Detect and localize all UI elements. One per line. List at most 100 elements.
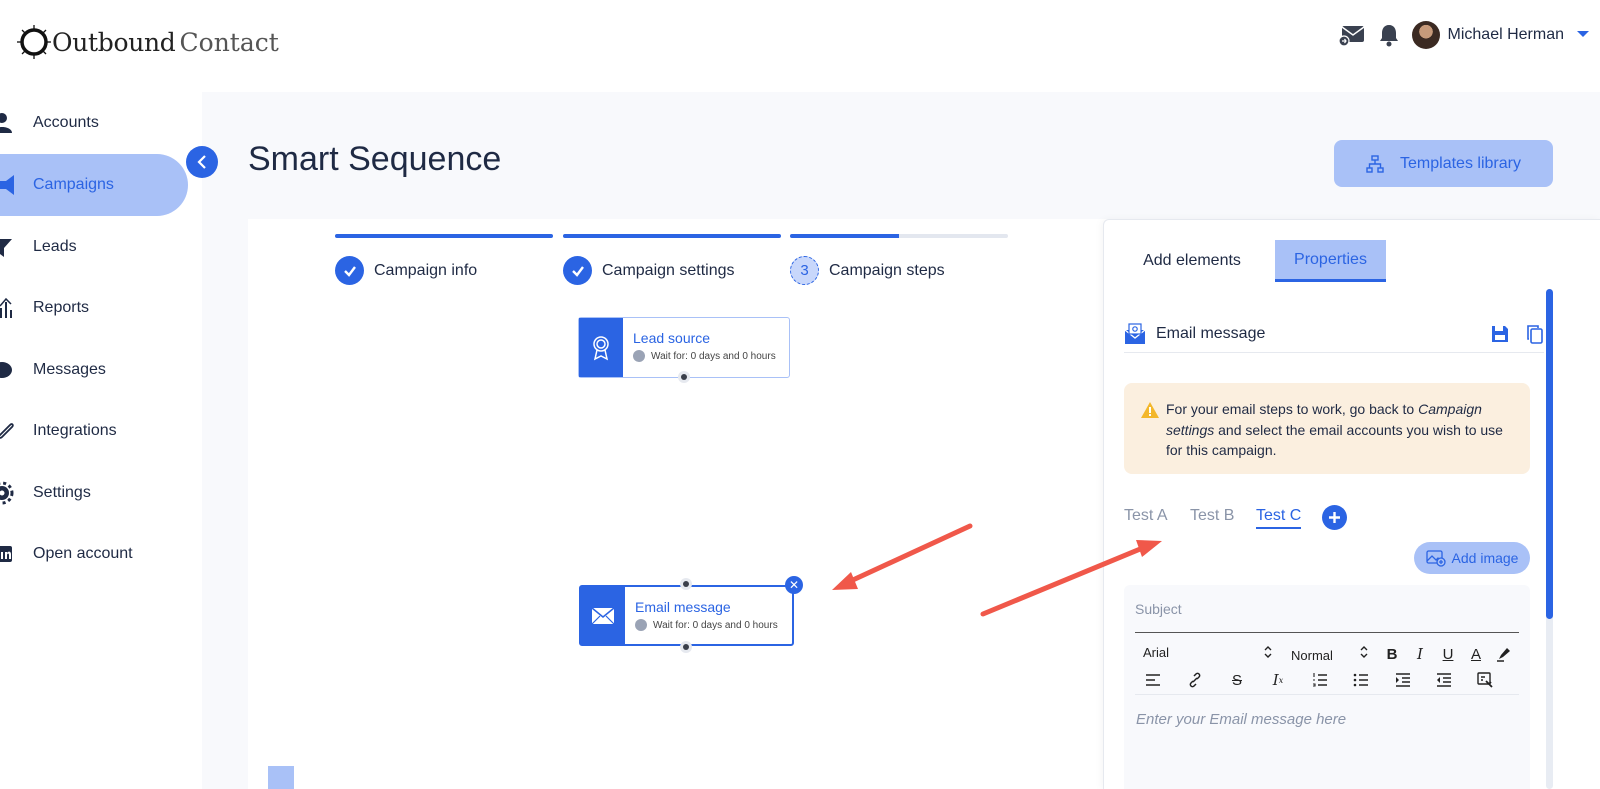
warning-text-pre: For your email steps to work, go back to [1166, 401, 1419, 417]
sidebar-item-label: Messages [33, 361, 106, 378]
highlight-icon[interactable] [1495, 645, 1513, 663]
bar-chart-icon [0, 296, 14, 320]
sequence-canvas[interactable] [248, 219, 1108, 789]
sidebar-item-leads[interactable]: Leads [0, 216, 188, 278]
warning-text-post: and select the email accounts you wish t… [1166, 421, 1503, 459]
templates-library-label: Templates library [1400, 154, 1521, 172]
node-connector-handle[interactable] [680, 641, 692, 653]
step-progress-bar [790, 234, 1008, 238]
step-label: Campaign steps [829, 261, 945, 279]
tab-add-elements[interactable]: Add elements [1130, 240, 1254, 282]
logo-text-outbound: Outbound [52, 27, 176, 57]
link-icon[interactable] [1186, 671, 1204, 689]
avatar[interactable] [1411, 21, 1440, 49]
node-lead-source[interactable]: Lead source Wait for: 0 days and 0 hours [578, 317, 790, 378]
node-email-message[interactable]: Email message Wait for: 0 days and 0 hou… [579, 585, 794, 646]
node-connector-handle[interactable] [680, 578, 692, 590]
chevron-left-icon [197, 155, 206, 169]
clock-icon [635, 619, 647, 631]
step-progress-fill [335, 234, 553, 238]
node-title: Lead source [633, 330, 711, 346]
check-icon [335, 256, 364, 285]
email-body-input[interactable]: Enter your Email message here [1136, 711, 1346, 728]
email-at-icon [1124, 323, 1146, 345]
subject-input[interactable]: Subject [1135, 601, 1519, 633]
collapse-sidebar-button[interactable] [186, 146, 218, 178]
step-label: Campaign info [374, 261, 478, 279]
email-editor: Subject Arial Normal B I U A S Ix Enter … [1124, 585, 1530, 789]
strikethrough-icon[interactable]: S [1228, 671, 1246, 689]
step-number-badge: 3 [790, 256, 819, 285]
sidebar-item-accounts[interactable]: Accounts [0, 92, 188, 154]
logo-text-contact: Contact [179, 27, 279, 57]
link-icon [0, 419, 14, 443]
sidebar-item-label: Leads [33, 238, 77, 255]
add-variant-button[interactable] [1322, 505, 1347, 530]
sidebar-item-label: Integrations [33, 422, 117, 439]
bullet-list-icon[interactable] [1352, 671, 1370, 689]
step-campaign-steps[interactable]: 3 Campaign steps [790, 234, 1008, 285]
mail-icon[interactable] [1337, 23, 1366, 47]
step-progress-bar [563, 234, 781, 238]
bold-icon[interactable]: B [1383, 645, 1401, 663]
font-select-arrows-icon[interactable] [1263, 645, 1273, 664]
node-wait-text: Wait for: 0 days and 0 hours [653, 619, 778, 631]
templates-library-button[interactable]: Templates library [1334, 140, 1553, 187]
caret-down-icon[interactable] [1576, 26, 1590, 44]
sidebar-item-open-account[interactable]: Open account [0, 523, 188, 585]
image-add-icon [1425, 549, 1446, 567]
sitemap-icon [1366, 154, 1384, 173]
scrollbar-thumb[interactable] [1546, 289, 1553, 619]
font-size-select[interactable]: Normal [1291, 648, 1333, 663]
size-select-arrows-icon[interactable] [1359, 645, 1369, 664]
warning-callout: For your email steps to work, go back to… [1124, 383, 1530, 474]
sidebar-item-settings[interactable]: Settings [0, 462, 188, 524]
node-wait-text: Wait for: 0 days and 0 hours [651, 350, 776, 362]
panel-scrollbar[interactable] [1546, 289, 1553, 789]
envelope-icon [581, 587, 625, 644]
editor-toolbar: Arial Normal B I U A S Ix [1135, 639, 1519, 695]
tab-properties[interactable]: Properties [1275, 240, 1386, 282]
plus-icon [1329, 512, 1340, 523]
check-icon [563, 256, 592, 285]
step-progress-fill [790, 234, 899, 238]
user-area: Michael Herman [1337, 18, 1590, 52]
ordered-list-icon[interactable] [1311, 671, 1329, 689]
logo[interactable]: Outbound Contact [16, 22, 279, 62]
node-connector-handle[interactable] [678, 371, 690, 383]
close-icon[interactable]: ✕ [785, 576, 803, 594]
bell-icon[interactable] [1378, 23, 1400, 47]
clear-format-icon[interactable]: Ix [1269, 671, 1287, 689]
gear-icon [0, 481, 14, 505]
add-image-label: Add image [1451, 550, 1519, 566]
save-icon[interactable] [1490, 324, 1510, 344]
variant-tab-test-b[interactable]: Test B [1190, 507, 1234, 525]
align-left-icon[interactable] [1144, 671, 1162, 689]
italic-icon[interactable]: I [1411, 645, 1429, 663]
sidebar-item-reports[interactable]: Reports [0, 277, 188, 339]
outdent-icon[interactable] [1435, 671, 1453, 689]
sidebar-item-label: Settings [33, 484, 91, 501]
underline-icon[interactable]: U [1439, 645, 1457, 663]
user-name[interactable]: Michael Herman [1448, 26, 1564, 44]
page-title: Smart Sequence [248, 140, 502, 178]
indent-icon[interactable] [1394, 671, 1412, 689]
panel-header-title: Email message [1156, 325, 1266, 342]
canvas-minimap[interactable] [268, 766, 294, 789]
panel-header: Email message [1124, 316, 1544, 353]
step-campaign-info[interactable]: Campaign info [335, 234, 553, 285]
sidebar-item-campaigns[interactable]: Campaigns [0, 154, 188, 216]
text-color-icon[interactable]: A [1467, 645, 1485, 663]
step-campaign-settings[interactable]: Campaign settings [563, 234, 781, 285]
add-image-button[interactable]: Add image [1414, 542, 1530, 574]
copy-icon[interactable] [1526, 324, 1544, 344]
funnel-icon [0, 235, 14, 259]
variant-tab-test-c[interactable]: Test C [1256, 507, 1302, 529]
chat-icon [0, 358, 14, 382]
insert-variable-icon[interactable] [1476, 671, 1494, 689]
sidebar-item-messages[interactable]: Messages [0, 339, 188, 401]
font-family-select[interactable]: Arial [1143, 645, 1169, 660]
clock-icon [633, 350, 645, 362]
sidebar-item-integrations[interactable]: Integrations [0, 400, 188, 462]
variant-tab-test-a[interactable]: Test A [1124, 507, 1168, 525]
